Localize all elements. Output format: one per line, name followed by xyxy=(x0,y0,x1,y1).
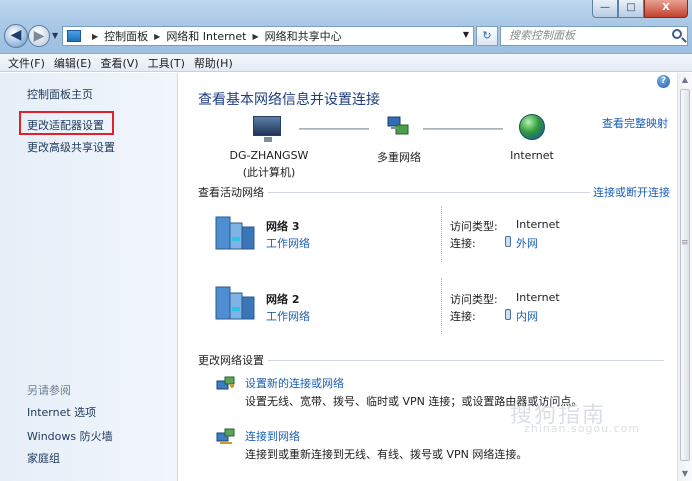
help-icon[interactable]: ? xyxy=(657,75,670,88)
see-full-map-link[interactable]: 查看完整映射 xyxy=(602,115,668,131)
maximize-button[interactable]: □ xyxy=(618,0,644,18)
menu-help[interactable]: 帮助(H) xyxy=(194,55,233,71)
connection-link-external[interactable]: 外网 xyxy=(516,235,538,251)
homegroup-link[interactable]: 家庭组 xyxy=(27,450,60,466)
scroll-grip-icon: ≡ xyxy=(681,238,689,248)
breadcrumb-separator[interactable]: ▶ xyxy=(154,32,160,41)
search-icon[interactable] xyxy=(672,29,682,39)
scroll-down-button[interactable]: ▼ xyxy=(678,467,692,481)
scroll-thumb[interactable] xyxy=(680,89,690,461)
network-name: 网络 3 xyxy=(266,220,300,233)
network-building-icon[interactable] xyxy=(214,213,256,253)
change-adapter-settings-link[interactable]: 更改适配器设置 xyxy=(27,117,104,133)
minimize-button[interactable]: — xyxy=(592,0,618,18)
access-type-value: Internet xyxy=(516,218,560,231)
back-button[interactable]: ◀ xyxy=(4,24,28,48)
address-dropdown-icon[interactable]: ▼ xyxy=(463,30,469,39)
search-input[interactable]: 搜索控制面板 xyxy=(500,26,688,46)
connection-link-internal[interactable]: 内网 xyxy=(516,308,538,324)
column-divider xyxy=(441,206,442,262)
breadcrumb-separator[interactable]: ▶ xyxy=(253,32,259,41)
menu-view[interactable]: 查看(V) xyxy=(100,55,138,71)
watermark-url: zhinan.sogou.com xyxy=(524,422,641,435)
control-panel-icon xyxy=(67,30,81,42)
menu-tools[interactable]: 工具(T) xyxy=(148,55,185,71)
menu-bar: 文件(F) 编辑(E) 查看(V) 工具(T) 帮助(H) xyxy=(0,54,692,72)
network-building-icon[interactable] xyxy=(214,283,256,323)
connections-label: 连接: xyxy=(450,310,476,323)
menu-file[interactable]: 文件(F) xyxy=(8,55,45,71)
menu-edit[interactable]: 编辑(E) xyxy=(54,55,92,71)
active-networks-heading: 查看活动网络 xyxy=(198,184,268,200)
internet-options-link[interactable]: Internet 选项 xyxy=(27,404,96,420)
page-title: 查看基本网络信息并设置连接 xyxy=(198,92,380,108)
close-button[interactable]: X xyxy=(644,0,688,18)
connect-disconnect-link[interactable]: 连接或断开连接 xyxy=(590,184,670,200)
vertical-scrollbar[interactable]: ▲ ≡ ▼ xyxy=(677,73,692,481)
network-category-link[interactable]: 工作网络 xyxy=(266,308,310,324)
computer-name-label: DG-ZHANGSW xyxy=(229,149,309,162)
internet-globe-icon[interactable] xyxy=(519,114,545,140)
windows-firewall-link[interactable]: Windows 防火墙 xyxy=(27,428,113,444)
connect-to-network-link[interactable]: 连接到网络 xyxy=(245,428,300,444)
connections-label: 连接: xyxy=(450,237,476,250)
address-bar[interactable]: ▶ 控制面板 ▶ 网络和 Internet ▶ 网络和共享中心 ▼ xyxy=(62,26,474,46)
new-connection-icon[interactable] xyxy=(216,375,236,393)
setup-new-connection-link[interactable]: 设置新的连接或网络 xyxy=(245,375,344,391)
window-titlebar: — □ X ◀ ▶ ▼ ▶ 控制面板 ▶ 网络和 Internet ▶ 网络和共… xyxy=(0,0,692,54)
left-task-pane: 控制面板主页 更改适配器设置 更改高级共享设置 另请参阅 Internet 选项… xyxy=(0,73,178,481)
forward-button[interactable]: ▶ xyxy=(28,25,50,47)
access-type-value: Internet xyxy=(516,291,560,304)
see-also-heading: 另请参阅 xyxy=(27,384,71,397)
access-type-label: 访问类型: xyxy=(450,220,498,233)
connection-line xyxy=(423,128,503,130)
control-panel-home-link[interactable]: 控制面板主页 xyxy=(27,86,93,102)
search-placeholder: 搜索控制面板 xyxy=(509,29,575,42)
connect-to-network-icon[interactable] xyxy=(216,427,236,445)
window-caption-buttons: — □ X xyxy=(592,0,688,18)
this-computer-label: (此计算机) xyxy=(242,166,296,179)
change-network-settings-heading: 更改网络设置 xyxy=(198,352,268,368)
ethernet-plug-icon xyxy=(505,309,511,320)
breadcrumb-control-panel[interactable]: 控制面板 xyxy=(104,28,148,44)
network-name: 网络 2 xyxy=(266,293,300,306)
multiple-networks-icon[interactable] xyxy=(387,115,409,137)
network-category-link[interactable]: 工作网络 xyxy=(266,235,310,251)
internet-label: Internet xyxy=(510,149,554,162)
breadcrumb-network-sharing-center[interactable]: 网络和共享中心 xyxy=(265,28,342,44)
ethernet-plug-icon xyxy=(505,236,511,247)
advanced-sharing-settings-link[interactable]: 更改高级共享设置 xyxy=(27,139,115,155)
connect-to-network-description: 连接到或重新连接到无线、有线、拨号或 VPN 网络连接。 xyxy=(245,448,528,461)
recent-pages-dropdown[interactable]: ▼ xyxy=(52,31,58,40)
access-type-label: 访问类型: xyxy=(450,293,498,306)
breadcrumb-separator[interactable]: ▶ xyxy=(92,32,98,41)
column-divider xyxy=(441,278,442,334)
multiple-networks-label: 多重网络 xyxy=(377,151,421,164)
breadcrumb-network-internet[interactable]: 网络和 Internet xyxy=(166,28,246,44)
refresh-button[interactable]: ↻ xyxy=(476,26,498,46)
computer-icon[interactable] xyxy=(253,116,281,142)
connection-line xyxy=(299,128,369,130)
scroll-up-button[interactable]: ▲ xyxy=(678,73,692,87)
